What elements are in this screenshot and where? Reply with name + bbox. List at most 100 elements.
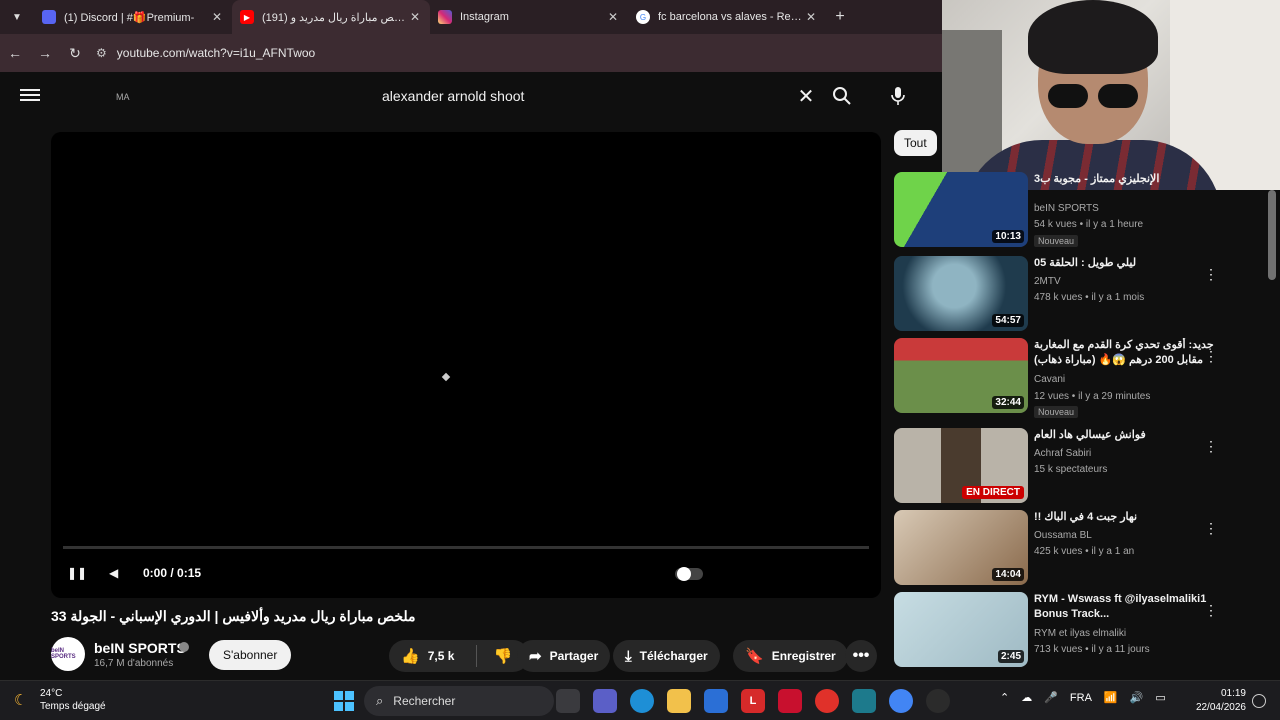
url-field[interactable]: ⚙ youtube.com/watch?v=i1u_AFNTwoo bbox=[96, 46, 315, 60]
google-icon: G bbox=[636, 10, 650, 24]
language-indicator[interactable]: FRA bbox=[1070, 692, 1092, 704]
taskbar-search[interactable]: ⌕ Rechercher bbox=[364, 686, 554, 716]
channel-name[interactable]: beIN SPORTS bbox=[94, 640, 186, 656]
mcafee-icon[interactable] bbox=[778, 689, 802, 713]
subscriber-count: 16,7 M d'abonnés bbox=[94, 658, 174, 669]
file-explorer-icon[interactable] bbox=[667, 689, 691, 713]
chatgpt-icon[interactable] bbox=[926, 689, 950, 713]
volume-icon[interactable]: 🔊 bbox=[1130, 691, 1144, 704]
avatar-logo-text: beIN SPORTS bbox=[51, 648, 76, 660]
more-vert-icon[interactable]: ⋮ bbox=[1204, 438, 1218, 455]
subscribe-button[interactable]: S'abonner bbox=[209, 640, 292, 670]
rec-meta: 15 k spectateurs bbox=[1034, 464, 1108, 475]
video-thumbnail[interactable]: 14:04 bbox=[894, 510, 1028, 585]
like-dislike-group: 👍 7,5 k 👎 bbox=[389, 640, 529, 672]
thumbs-up-icon: 👍 bbox=[401, 648, 420, 665]
pause-button[interactable]: ❚❚ bbox=[67, 566, 87, 580]
thumbs-down-icon: 👎 bbox=[493, 648, 513, 665]
webcam-overlay bbox=[942, 0, 1280, 190]
wifi-icon[interactable]: 📶 bbox=[1104, 691, 1118, 704]
share-button[interactable]: ➦ Partager bbox=[517, 640, 611, 672]
more-vert-icon[interactable]: ⋮ bbox=[1204, 520, 1218, 537]
video-thumbnail[interactable]: 32:44 bbox=[894, 338, 1028, 413]
rec-meta: 478 k vues • il y a 1 mois bbox=[1034, 292, 1145, 303]
voice-search-button[interactable] bbox=[884, 80, 912, 112]
clock[interactable]: 01:19 22/04/2026 bbox=[1194, 687, 1246, 715]
download-button[interactable]: ⤓ Télécharger bbox=[613, 640, 720, 672]
search-input[interactable] bbox=[370, 88, 792, 104]
rec-title: جديد: أقوى تحدي كرة القدم مع المغاربة مق… bbox=[1034, 339, 1214, 366]
tab-youtube[interactable]: ▶ (191) ملخص مباراة ريال مدريد و ✕ bbox=[232, 0, 430, 34]
close-tab-icon[interactable]: ✕ bbox=[804, 10, 818, 24]
opera-icon[interactable] bbox=[815, 689, 839, 713]
tab-title: fc barcelona vs alaves - Recher bbox=[658, 11, 804, 23]
more-vert-icon[interactable]: ⋮ bbox=[1204, 266, 1218, 283]
video-thumbnail[interactable]: EN DIRECT bbox=[894, 428, 1028, 503]
time-display: 0:00 / 0:15 bbox=[143, 566, 202, 580]
battery-icon[interactable]: ▭ bbox=[1155, 691, 1165, 704]
more-vert-icon[interactable]: ⋮ bbox=[1204, 602, 1218, 619]
app-l-icon[interactable]: L bbox=[741, 689, 765, 713]
start-button[interactable] bbox=[334, 691, 354, 711]
tab-list-button[interactable]: ▼ bbox=[0, 0, 34, 34]
video-thumbnail[interactable]: 54:57 bbox=[894, 256, 1028, 331]
list-item[interactable]: 14:04 نهار جبت 4 في الباك !! Oussama BL … bbox=[894, 510, 1268, 586]
scrollbar[interactable] bbox=[1268, 190, 1276, 280]
system-tray: ⌃ ☁ 🎤 FRA 📶 🔊 ▭ bbox=[1000, 691, 1178, 705]
task-view-icon[interactable] bbox=[556, 689, 580, 713]
new-badge: Nouveau bbox=[1034, 406, 1079, 418]
share-icon: ➦ bbox=[529, 648, 542, 665]
teams-icon[interactable] bbox=[593, 689, 617, 713]
search-button[interactable] bbox=[826, 80, 858, 112]
channel-avatar[interactable]: beIN SPORTS bbox=[51, 637, 85, 671]
reload-button[interactable]: ↻ bbox=[60, 38, 90, 68]
back-button[interactable]: ← bbox=[0, 38, 30, 68]
share-label: Partager bbox=[549, 649, 599, 663]
more-vert-icon[interactable]: ⋮ bbox=[1204, 348, 1218, 365]
more-actions-button[interactable]: ••• bbox=[845, 640, 877, 672]
weather-widget[interactable]: ☾ 24°C Temps dégagé bbox=[14, 687, 106, 713]
progress-bar[interactable] bbox=[63, 546, 869, 549]
list-item[interactable]: 32:44 جديد: أقوى تحدي كرة القدم مع المغا… bbox=[894, 338, 1268, 418]
video-thumbnail[interactable]: 10:13 bbox=[894, 172, 1028, 247]
onedrive-icon[interactable]: ☁ bbox=[1021, 691, 1032, 704]
mic-icon[interactable]: 🎤 bbox=[1044, 691, 1058, 704]
hamburger-menu-icon[interactable] bbox=[20, 86, 40, 106]
close-tab-icon[interactable]: ✕ bbox=[408, 10, 422, 24]
photos-icon[interactable] bbox=[852, 689, 876, 713]
edge-icon[interactable] bbox=[630, 689, 654, 713]
duration-badge: 10:13 bbox=[992, 230, 1024, 243]
close-tab-icon[interactable]: ✕ bbox=[606, 10, 620, 24]
instagram-icon bbox=[438, 10, 452, 24]
tab-google-search[interactable]: G fc barcelona vs alaves - Recher ✕ bbox=[628, 0, 826, 34]
tab-instagram[interactable]: Instagram ✕ bbox=[430, 0, 628, 34]
volume-button[interactable]: ◀ bbox=[109, 566, 118, 580]
moon-icon: ☾ bbox=[14, 692, 28, 709]
save-button[interactable]: 🔖 Enregistrer bbox=[733, 640, 848, 672]
video-thumbnail[interactable]: 2:45 bbox=[894, 592, 1028, 667]
tab-discord[interactable]: (1) Discord | #🎁Premium- ✕ bbox=[34, 0, 232, 34]
video-title: ملخص مباراة ريال مدريد وألافيس | الدوري … bbox=[51, 608, 416, 624]
forward-button[interactable]: → bbox=[30, 38, 60, 68]
video-player[interactable]: ❚❚ ◀ 0:00 / 0:15 bbox=[51, 132, 881, 598]
close-tab-icon[interactable]: ✕ bbox=[210, 10, 224, 24]
mouse-cursor bbox=[441, 372, 451, 382]
site-info-icon[interactable]: ⚙ bbox=[96, 46, 107, 60]
tab-title: (191) ملخص مباراة ريال مدريد و bbox=[262, 11, 408, 24]
list-item[interactable]: 10:13 الإنجليزي ممتاز - مجوبة ب3 beIN SP… bbox=[894, 172, 1268, 248]
list-item[interactable]: 2:45 RYM - Wswass ft @ilyaselmaliki1 Bon… bbox=[894, 592, 1268, 668]
like-button[interactable]: 👍 7,5 k bbox=[389, 645, 477, 667]
new-tab-button[interactable]: + bbox=[826, 8, 854, 26]
duration-badge: 2:45 bbox=[997, 650, 1024, 663]
list-item[interactable]: 54:57 ليلي طويل : الحلقة 05 2MTV 478 k v… bbox=[894, 256, 1268, 332]
autoplay-toggle[interactable] bbox=[675, 567, 703, 581]
filter-chip-all[interactable]: Tout bbox=[894, 130, 937, 156]
chevron-up-icon[interactable]: ⌃ bbox=[1000, 691, 1009, 704]
chrome-icon[interactable] bbox=[889, 689, 913, 713]
store-icon[interactable] bbox=[704, 689, 728, 713]
list-item[interactable]: EN DIRECT فوانش عيسالي هاد العام Achraf … bbox=[894, 428, 1268, 504]
clear-search-icon[interactable]: ✕ bbox=[792, 84, 820, 109]
search-box[interactable]: ✕ bbox=[370, 80, 820, 112]
notification-icon[interactable] bbox=[1252, 694, 1266, 708]
taskbar-search-label: Rechercher bbox=[393, 694, 456, 708]
